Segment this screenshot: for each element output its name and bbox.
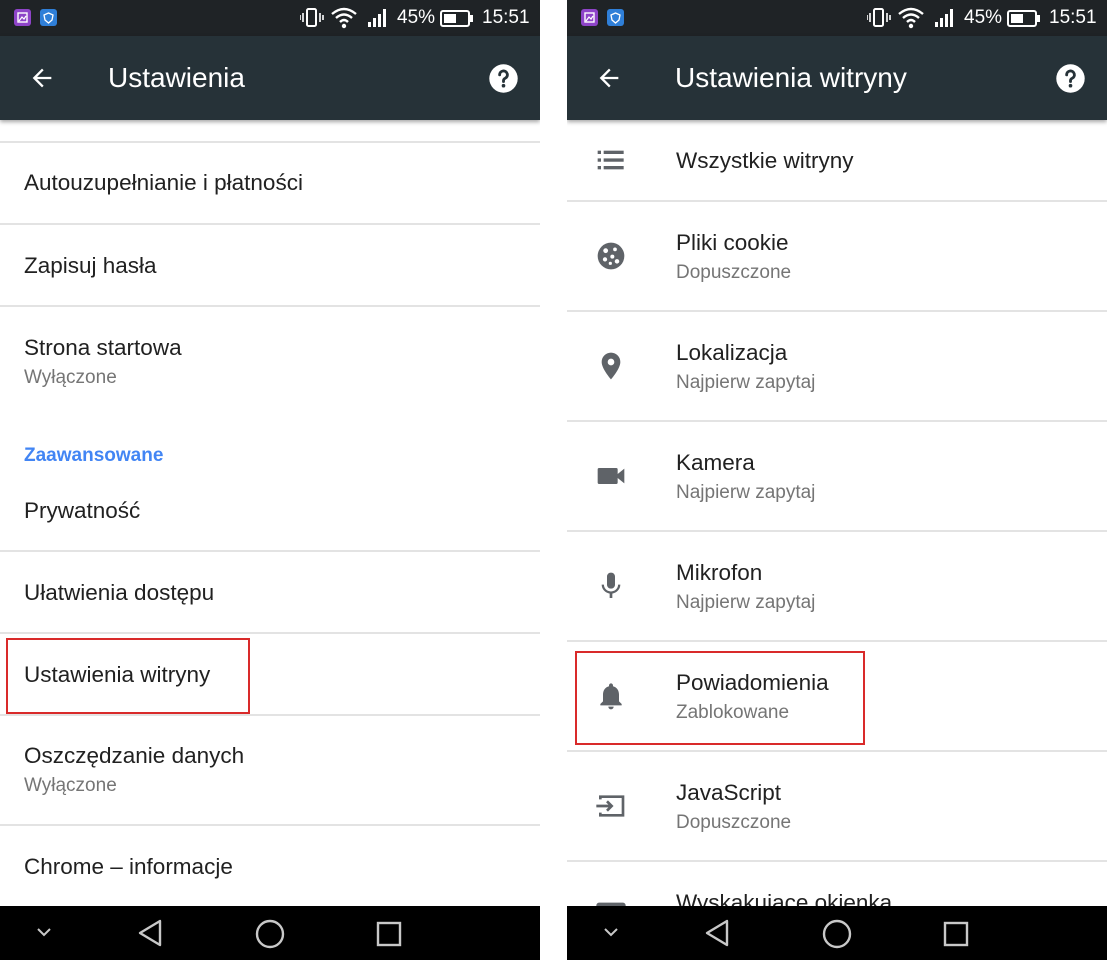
location-pin-icon bbox=[601, 352, 621, 380]
battery-icon bbox=[1007, 10, 1040, 27]
settings-item-data-saver[interactable]: Oszczędzanie danych Wyłączone bbox=[0, 716, 540, 824]
signal-icon bbox=[368, 9, 386, 27]
settings-item-title: Zapisuj hasła bbox=[24, 253, 157, 278]
wifi-icon bbox=[331, 7, 357, 29]
settings-item-title: Prywatność bbox=[24, 498, 141, 523]
site-setting-popups[interactable]: Wyskakujące okienka bbox=[567, 862, 1107, 906]
bell-icon bbox=[600, 683, 622, 710]
cookie-icon bbox=[597, 242, 625, 270]
chevron-down-icon[interactable] bbox=[601, 924, 621, 940]
site-setting-status: Najpierw zapytaj bbox=[676, 482, 816, 503]
site-setting-title: Mikrofon bbox=[676, 560, 763, 585]
settings-item-site-settings[interactable]: Ustawienia witryny bbox=[0, 634, 540, 714]
settings-item-title: Chrome – informacje bbox=[24, 854, 233, 879]
battery-icon bbox=[440, 10, 473, 27]
settings-item-subtitle: Wyłączone bbox=[24, 775, 117, 796]
home-circle-icon[interactable] bbox=[254, 918, 286, 950]
site-setting-microphone[interactable]: Mikrofon Najpierw zapytaj bbox=[567, 532, 1107, 640]
site-settings-screen: 45% 15:51 Ustawienia witryny Wszystkie w… bbox=[567, 0, 1107, 960]
settings-item-privacy[interactable]: Prywatność bbox=[0, 472, 540, 550]
back-arrow-icon[interactable] bbox=[28, 64, 56, 92]
settings-item-subtitle: Wyłączone bbox=[24, 367, 117, 388]
site-setting-status: Najpierw zapytaj bbox=[676, 372, 816, 393]
settings-item-title: Autouzupełnianie i płatności bbox=[24, 170, 303, 195]
battery-percent: 45% bbox=[964, 7, 1003, 28]
shield-notification-icon bbox=[40, 9, 57, 26]
site-setting-title: Wyskakujące okienka bbox=[676, 890, 893, 906]
recents-square-icon[interactable] bbox=[942, 920, 970, 948]
site-setting-all-sites[interactable]: Wszystkie witryny bbox=[567, 120, 1107, 200]
site-setting-status: Dopuszczone bbox=[676, 262, 792, 283]
settings-item-autofill[interactable]: Autouzupełnianie i płatności bbox=[0, 143, 540, 223]
settings-item-homepage[interactable]: Strona startowa Wyłączone bbox=[0, 307, 540, 413]
microphone-icon bbox=[601, 572, 621, 598]
help-icon[interactable] bbox=[488, 63, 519, 94]
site-setting-location[interactable]: Lokalizacja Najpierw zapytaj bbox=[567, 312, 1107, 420]
site-setting-cookies[interactable]: Pliki cookie Dopuszczone bbox=[567, 202, 1107, 310]
navigation-bar bbox=[567, 906, 1107, 960]
site-setting-camera[interactable]: Kamera Najpierw zapytaj bbox=[567, 422, 1107, 530]
settings-item-title: Oszczędzanie danych bbox=[24, 743, 245, 768]
wifi-icon bbox=[898, 7, 924, 29]
site-setting-status: Zablokowane bbox=[676, 702, 790, 723]
back-triangle-icon[interactable] bbox=[703, 918, 731, 948]
vibrate-icon bbox=[300, 8, 324, 27]
site-setting-notifications[interactable]: Powiadomienia Zablokowane bbox=[567, 642, 1107, 750]
toolbar: Ustawienia witryny bbox=[567, 36, 1107, 120]
camera-icon bbox=[597, 468, 625, 484]
site-setting-title: Powiadomienia bbox=[676, 670, 829, 695]
signal-icon bbox=[935, 9, 953, 27]
battery-percent: 45% bbox=[397, 7, 436, 28]
settings-item-title: Ułatwienia dostępu bbox=[24, 580, 215, 605]
site-setting-title: Wszystkie witryny bbox=[676, 148, 854, 173]
settings-screen: 45% 15:51 Ustawienia Autouzupełnianie i … bbox=[0, 0, 540, 960]
navigation-bar bbox=[0, 906, 540, 960]
status-icons bbox=[300, 7, 386, 29]
site-setting-title: Kamera bbox=[676, 450, 755, 475]
site-setting-status: Dopuszczone bbox=[676, 812, 792, 833]
site-setting-status: Najpierw zapytaj bbox=[676, 592, 816, 613]
status-icons bbox=[867, 7, 953, 29]
settings-item-accessibility[interactable]: Ułatwienia dostępu bbox=[0, 552, 540, 632]
settings-item-title: Strona startowa bbox=[24, 335, 182, 360]
site-setting-javascript[interactable]: JavaScript Dopuszczone bbox=[567, 752, 1107, 860]
chevron-down-icon[interactable] bbox=[34, 924, 54, 940]
toolbar: Ustawienia bbox=[0, 36, 540, 120]
gallery-notification-icon bbox=[581, 9, 598, 26]
home-circle-icon[interactable] bbox=[821, 918, 853, 950]
clock: 15:51 bbox=[1049, 7, 1097, 28]
site-setting-title: Lokalizacja bbox=[676, 340, 788, 365]
back-triangle-icon[interactable] bbox=[136, 918, 164, 948]
site-settings-list: Wszystkie witryny Pliki cookie Dopuszczo… bbox=[567, 120, 1107, 906]
section-header-advanced: Zaawansowane bbox=[24, 445, 164, 466]
help-icon[interactable] bbox=[1055, 63, 1086, 94]
settings-item-about-chrome[interactable]: Chrome – informacje bbox=[0, 826, 540, 906]
page-title: Ustawienia witryny bbox=[675, 62, 907, 93]
settings-item-passwords[interactable]: Zapisuj hasła bbox=[0, 225, 540, 305]
status-bar: 45% 15:51 bbox=[567, 0, 1107, 36]
javascript-icon bbox=[596, 795, 625, 817]
site-setting-title: JavaScript bbox=[676, 780, 782, 805]
status-bar: 45% 15:51 bbox=[0, 0, 540, 36]
site-setting-title: Pliki cookie bbox=[676, 230, 789, 255]
clock: 15:51 bbox=[482, 7, 530, 28]
gallery-notification-icon bbox=[14, 9, 31, 26]
page-title: Ustawienia bbox=[108, 62, 245, 93]
settings-list: Autouzupełnianie i płatności Zapisuj has… bbox=[0, 120, 540, 906]
vibrate-icon bbox=[867, 8, 891, 27]
back-arrow-icon[interactable] bbox=[595, 64, 623, 92]
recents-square-icon[interactable] bbox=[375, 920, 403, 948]
settings-item-title: Ustawienia witryny bbox=[24, 662, 211, 687]
shield-notification-icon bbox=[607, 9, 624, 26]
list-icon bbox=[597, 150, 624, 170]
